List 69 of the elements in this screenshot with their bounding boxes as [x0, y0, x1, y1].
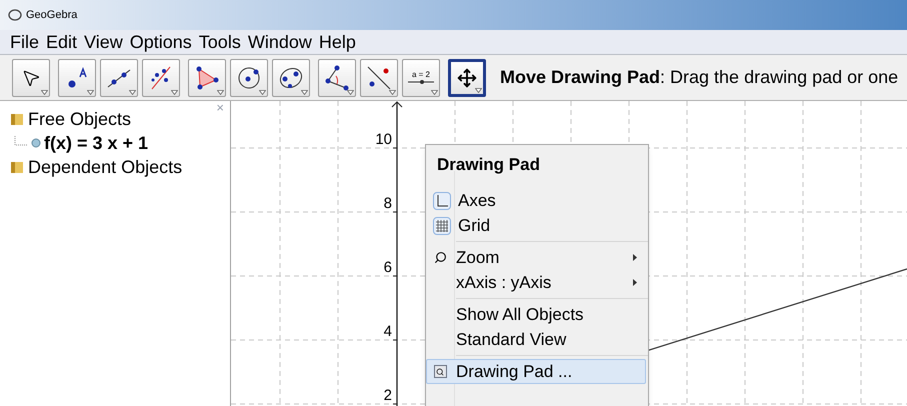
zoom-icon [434, 251, 446, 264]
menu-item-label: Drawing Pad ... [456, 360, 572, 383]
dropdown-triangle-icon [301, 90, 308, 94]
dropdown-triangle-icon [389, 90, 396, 94]
menu-item[interactable]: Options [130, 33, 192, 51]
app-logo-icon [8, 8, 22, 22]
dropdown-triangle-icon [87, 90, 94, 94]
line-and-point-icon [366, 64, 392, 90]
menu-item-label: Show All Objects [456, 304, 584, 326]
menu-item[interactable]: View [84, 33, 123, 51]
menu-item[interactable]: Edit [46, 33, 78, 51]
tool-button[interactable] [188, 58, 226, 96]
tool-help-text: Move Drawing Pad: Drag the drawing pad or one [500, 66, 898, 89]
menu-item[interactable]: Window [248, 33, 312, 51]
dropdown-triangle-icon [171, 90, 178, 94]
tree-folder-label[interactable]: Free Objects [28, 106, 132, 132]
tool-button[interactable]: a = 2 [402, 58, 440, 96]
tool-button[interactable] [100, 58, 138, 96]
menu-item-label: Standard View [456, 328, 566, 351]
menu-item[interactable]: File [10, 33, 40, 51]
menu-item-label: Grid [458, 214, 490, 237]
folder-icon [10, 160, 24, 174]
dropdown-triangle-icon [259, 90, 266, 94]
context-menu-item[interactable]: Grid [428, 213, 646, 238]
menu-item-label: Zoom [456, 246, 500, 269]
axis-tick-label: 8 [382, 196, 392, 211]
tool-button[interactable] [360, 58, 398, 96]
dropdown-triangle-icon [129, 90, 136, 94]
tool-button[interactable] [12, 58, 50, 96]
circle-icon [236, 64, 262, 90]
menu-item-label: xAxis : yAxis [456, 272, 552, 294]
tool-button[interactable] [318, 58, 356, 96]
slider-track-icon [407, 79, 435, 85]
angle-icon [324, 64, 350, 90]
axis-tick-label: 4 [382, 324, 392, 339]
dropdown-triangle-icon [347, 90, 354, 94]
dropdown-triangle-icon [431, 90, 438, 94]
menu-item[interactable]: Tools [198, 33, 241, 51]
context-menu-item[interactable]: Standard View [426, 327, 646, 352]
slider-value: a = 2 [412, 70, 430, 79]
axis-tick-label: 6 [382, 260, 392, 275]
object-dot-icon [31, 138, 41, 148]
triangle-icon [194, 64, 220, 90]
context-menu-item[interactable]: Drawing Pad ... [426, 359, 646, 384]
context-menu-item[interactable]: Axes [428, 188, 646, 213]
context-menu-item[interactable]: Zoom [426, 245, 646, 270]
tool-button[interactable] [272, 58, 310, 96]
move-icon [457, 68, 477, 88]
dropdown-triangle-icon [475, 88, 482, 92]
context-menu-item[interactable]: xAxis : yAxis [426, 270, 646, 295]
context-menu-item[interactable]: Show All Objects [426, 302, 646, 327]
tool-button[interactable] [142, 58, 180, 96]
tool-button[interactable] [448, 58, 486, 96]
tool-button[interactable] [58, 58, 96, 96]
window-icon [434, 365, 446, 378]
tree-object-label[interactable]: f(x) = 3 x + 1 [44, 130, 148, 156]
dropdown-triangle-icon [217, 90, 224, 94]
menu-item-label: Axes [458, 190, 496, 212]
dropdown-triangle-icon [41, 90, 48, 94]
menu-item[interactable]: Help [318, 33, 356, 51]
axis-tick-label: 10 [374, 132, 392, 147]
folder-icon [10, 112, 24, 126]
window-title: GeoGebra [26, 8, 78, 23]
submenu-arrow-icon [633, 279, 637, 286]
submenu-arrow-icon [633, 254, 637, 261]
tool-button[interactable] [230, 58, 268, 96]
context-menu-title: Drawing Pad [436, 154, 541, 176]
axis-tick-label: 2 [382, 388, 392, 403]
tree-folder-label[interactable]: Dependent Objects [28, 154, 182, 180]
